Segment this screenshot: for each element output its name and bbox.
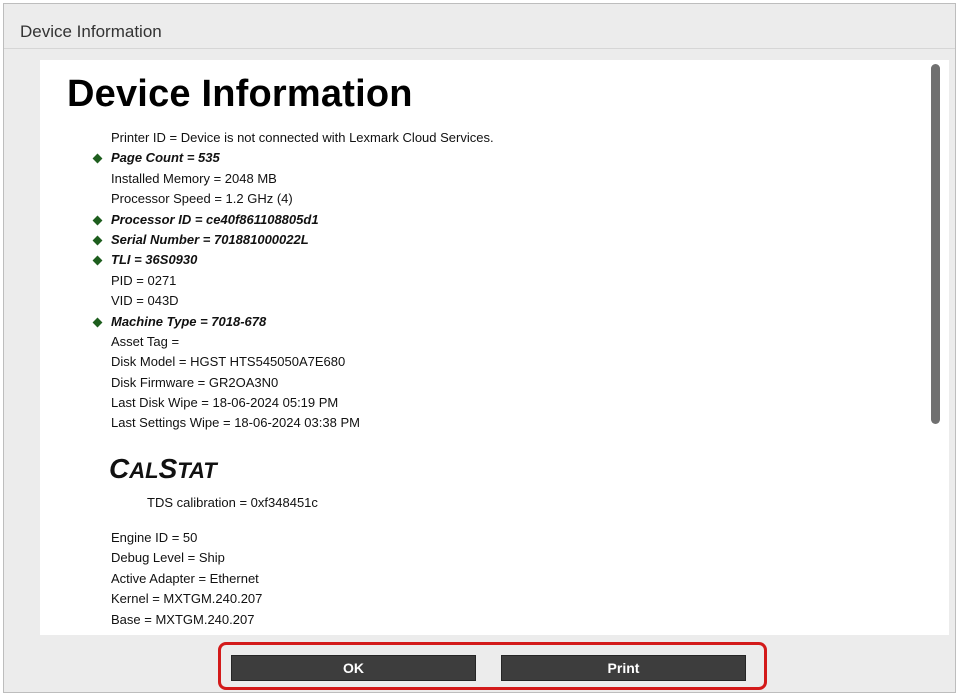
info-row-pid: PID = 0271	[40, 271, 900, 291]
info-row-serial-number: Serial Number = 701881000022L	[40, 230, 900, 250]
info-text: Disk Model = HGST HTS545050A7E680	[111, 354, 346, 370]
info-text: Last Settings Wipe = 18-06-2024 03:38 PM	[111, 415, 360, 431]
info-text: Disk Firmware = GR2OA3N0	[111, 374, 279, 390]
info-text: Active Adapter = Ethernet	[111, 570, 259, 586]
info-row-active-adapter: Active Adapter = Ethernet	[40, 569, 900, 589]
info-text: Last Disk Wipe = 18-06-2024 05:19 PM	[111, 395, 339, 411]
bullet-icon	[92, 235, 103, 246]
info-row-machine-type: Machine Type = 7018-678	[40, 312, 900, 332]
info-row-printer-id: Printer ID = Device is not connected wit…	[40, 128, 900, 148]
bullet-icon	[92, 215, 103, 226]
calstat-heading-part: S	[158, 453, 178, 484]
info-text: Printer ID = Device is not connected wit…	[111, 130, 494, 145]
info-text: Machine Type = 7018-678	[111, 313, 267, 329]
info-text: Debug Level = Ship	[111, 550, 225, 566]
calstat-heading-part: C	[109, 453, 130, 484]
engine-info-list: Engine ID = 50 Debug Level = Ship Active…	[40, 528, 900, 630]
info-text: Base = MXTGM.240.207	[111, 611, 255, 627]
info-row-page-count: Page Count = 535	[40, 148, 900, 168]
info-row-debug-level: Debug Level = Ship	[40, 548, 900, 568]
info-row-engine-id: Engine ID = 50	[40, 528, 900, 548]
info-row-last-settings-wipe: Last Settings Wipe = 18-06-2024 03:38 PM	[40, 413, 900, 433]
info-row-tli: TLI = 36S0930	[40, 250, 900, 270]
info-text: Kernel = MXTGM.240.207	[111, 591, 263, 607]
info-text: VID = 043D	[111, 293, 179, 309]
dialog-title: Device Information	[20, 22, 162, 41]
calstat-heading-part: TAT	[177, 458, 217, 483]
info-row-vid: VID = 043D	[40, 291, 900, 311]
info-text: PID = 0271	[111, 272, 177, 288]
info-row-last-disk-wipe: Last Disk Wipe = 18-06-2024 05:19 PM	[40, 393, 900, 413]
calstat-heading-part: AL	[129, 458, 159, 483]
scrollbar-thumb[interactable]	[931, 64, 940, 424]
info-text: Engine ID = 50	[111, 530, 198, 545]
page-heading: Device Information	[67, 73, 413, 115]
info-text: Page Count = 535	[111, 150, 220, 166]
info-row-installed-memory: Installed Memory = 2048 MB	[40, 169, 900, 189]
content-panel: Device Information Printer ID = Device i…	[40, 60, 949, 635]
info-text: Serial Number = 701881000022L	[111, 231, 309, 247]
calstat-heading: CALSTAT	[109, 453, 217, 485]
ok-button[interactable]: OK	[231, 655, 476, 681]
info-text: Asset Tag =	[111, 333, 180, 349]
info-text: Processor ID = ce40f861108805d1	[111, 211, 319, 227]
info-row-processor-speed: Processor Speed = 1.2 GHz (4)	[40, 189, 900, 209]
info-row-kernel: Kernel = MXTGM.240.207	[40, 589, 900, 609]
print-button[interactable]: Print	[501, 655, 746, 681]
device-info-list: Printer ID = Device is not connected wit…	[40, 128, 900, 434]
tds-calibration: TDS calibration = 0xf348451c	[147, 495, 318, 510]
header-divider	[4, 48, 955, 49]
info-row-disk-model: Disk Model = HGST HTS545050A7E680	[40, 352, 900, 372]
info-text: Processor Speed = 1.2 GHz (4)	[111, 191, 293, 207]
info-text: Installed Memory = 2048 MB	[111, 170, 277, 186]
bullet-icon	[92, 153, 103, 164]
bullet-icon	[92, 255, 103, 266]
info-row-asset-tag: Asset Tag =	[40, 332, 900, 352]
info-row-processor-id: Processor ID = ce40f861108805d1	[40, 210, 900, 230]
info-row-disk-firmware: Disk Firmware = GR2OA3N0	[40, 373, 900, 393]
bullet-icon	[92, 317, 103, 327]
info-row-base: Base = MXTGM.240.207	[40, 610, 900, 630]
info-text: TLI = 36S0930	[111, 252, 198, 268]
